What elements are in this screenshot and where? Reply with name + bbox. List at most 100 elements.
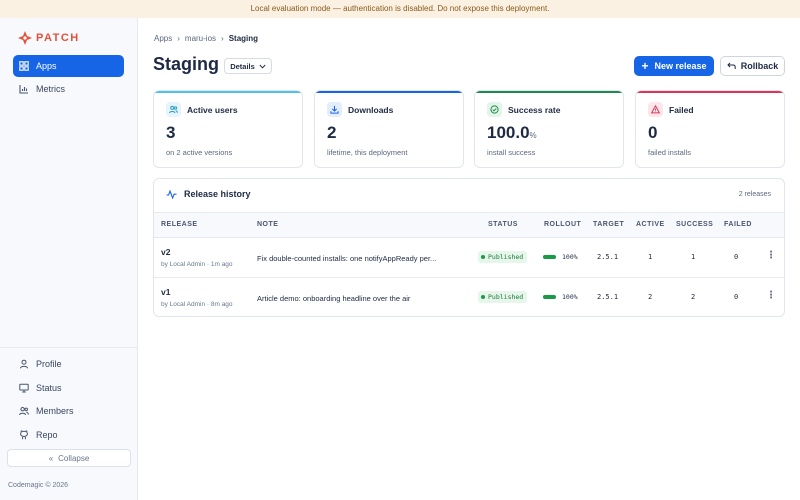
release-author: by Local Admin · 8m ago: [161, 301, 233, 308]
failed-count: 0: [734, 253, 739, 261]
breadcrumb-current: Staging: [228, 34, 259, 43]
rollback-button[interactable]: Rollback: [720, 56, 785, 76]
chevron-right-icon: ›: [177, 34, 180, 43]
collapse-sidebar-button[interactable]: « Collapse: [7, 449, 131, 467]
sidebar-item-label: Members: [36, 406, 74, 416]
download-icon: [327, 102, 342, 117]
stat-label: Downloads: [348, 105, 394, 115]
status-dot-icon: [481, 255, 485, 259]
stat-value: 0: [648, 123, 658, 142]
breadcrumb-apps[interactable]: Apps: [154, 34, 172, 43]
stat-card-success-rate: Success rate 100.0% install success: [474, 90, 624, 168]
stat-label: Success rate: [508, 105, 561, 115]
activity-icon: [166, 189, 177, 199]
more-vertical-icon[interactable]: ⋮: [766, 290, 776, 301]
patch-logo-icon: [18, 31, 32, 45]
col-release[interactable]: RELEASE: [161, 221, 198, 228]
status-badge: Published: [478, 251, 528, 263]
sidebar-item-metrics[interactable]: Metrics: [13, 78, 124, 100]
sidebar: PATCH Apps Metrics Profile Status Member…: [0, 18, 138, 500]
stat-label: Active users: [187, 105, 238, 115]
card-accent-bar: [636, 91, 784, 93]
new-release-button[interactable]: + New release: [634, 56, 714, 76]
sidebar-item-label: Repo: [36, 430, 58, 440]
success-count: 1: [691, 253, 696, 261]
stat-subtext: on 2 active versions: [166, 148, 233, 157]
chevron-right-icon: ›: [221, 34, 224, 43]
sidebar-item-label: Metrics: [36, 84, 65, 94]
target-version: 2.5.1: [597, 253, 619, 261]
status-badge: Published: [478, 291, 528, 303]
table-row[interactable]: v1 by Local Admin · 8m ago Article demo:…: [154, 278, 784, 316]
col-note[interactable]: NOTE: [257, 221, 278, 228]
col-rollout[interactable]: ROLLOUT: [544, 221, 581, 228]
bar-chart-icon: [19, 85, 28, 94]
stat-value: 100.0%: [487, 123, 537, 142]
target-version: 2.5.1: [597, 293, 619, 301]
details-label: Details: [230, 61, 255, 71]
chevron-down-icon: [259, 64, 266, 69]
release-note: Fix double-counted installs: one notifyA…: [257, 254, 437, 263]
users-icon: [166, 102, 181, 117]
release-version[interactable]: v1: [161, 287, 170, 297]
status-dot-icon: [481, 295, 485, 299]
sidebar-item-apps[interactable]: Apps: [13, 55, 124, 77]
release-version[interactable]: v2: [161, 247, 170, 257]
sidebar-item-status[interactable]: Status: [13, 377, 124, 399]
stat-value: 2: [327, 123, 337, 142]
breadcrumb: Apps › maru-ios › Staging: [154, 34, 258, 43]
col-status[interactable]: STATUS: [488, 221, 518, 228]
check-circle-icon: [487, 102, 502, 117]
sidebar-divider: [0, 347, 138, 348]
sidebar-item-label: Apps: [36, 61, 57, 71]
dev-mode-banner: Local evaluation mode — authentication i…: [0, 0, 800, 18]
sidebar-item-label: Status: [36, 383, 62, 393]
col-active[interactable]: ACTIVE: [636, 221, 665, 228]
warning-icon: [648, 102, 663, 117]
brand-name: PATCH: [36, 32, 80, 44]
grid-icon: [19, 61, 29, 71]
monitor-icon: [19, 383, 29, 393]
details-dropdown[interactable]: Details: [224, 58, 272, 74]
sidebar-item-repo[interactable]: Repo: [13, 424, 124, 446]
sidebar-item-profile[interactable]: Profile: [13, 353, 124, 375]
collapse-label: Collapse: [58, 453, 90, 463]
stat-card-downloads: Downloads 2 lifetime, this deployment: [314, 90, 464, 168]
col-success[interactable]: SUCCESS: [676, 221, 713, 228]
active-count: 1: [648, 253, 653, 261]
user-icon: [20, 359, 28, 369]
release-author: by Local Admin · 1m ago: [161, 261, 233, 268]
chevrons-left-icon: «: [48, 453, 54, 463]
stat-card-active-users: Active users 3 on 2 active versions: [153, 90, 303, 168]
release-history-panel: Release history 2 releases RELEASE NOTE …: [153, 178, 785, 317]
rollout-bar: [543, 295, 556, 299]
page-title: Staging: [153, 54, 219, 74]
col-failed[interactable]: FAILED: [724, 221, 752, 228]
undo-icon: [727, 62, 736, 69]
users-icon: [19, 407, 29, 416]
card-accent-bar: [475, 91, 623, 93]
success-count: 2: [691, 293, 696, 301]
table-row[interactable]: v2 by Local Admin · 1m ago Fix double-co…: [154, 238, 784, 278]
breadcrumb-app[interactable]: maru-ios: [185, 34, 216, 43]
rollout-indicator: 100%: [543, 293, 578, 301]
copyright: Codemagic © 2026: [8, 482, 69, 489]
sidebar-item-members[interactable]: Members: [13, 400, 124, 422]
card-accent-bar: [315, 91, 463, 93]
rollout-bar: [543, 255, 556, 259]
card-accent-bar: [154, 91, 302, 93]
rollout-indicator: 100%: [543, 253, 578, 261]
more-vertical-icon[interactable]: ⋮: [766, 250, 776, 261]
panel-title-text: Release history: [184, 189, 251, 199]
release-note: Article demo: onboarding headline over t…: [257, 294, 411, 303]
brand-logo[interactable]: PATCH: [18, 30, 80, 46]
failed-count: 0: [734, 293, 739, 301]
rollback-label: Rollback: [740, 61, 779, 71]
plus-icon: +: [641, 59, 649, 73]
stat-label: Failed: [669, 105, 694, 115]
rollout-value: 100%: [562, 293, 578, 301]
col-target[interactable]: TARGET: [593, 221, 624, 228]
sidebar-item-label: Profile: [36, 359, 62, 369]
stat-subtext: install success: [487, 148, 536, 157]
stat-card-failed: Failed 0 failed installs: [635, 90, 785, 168]
